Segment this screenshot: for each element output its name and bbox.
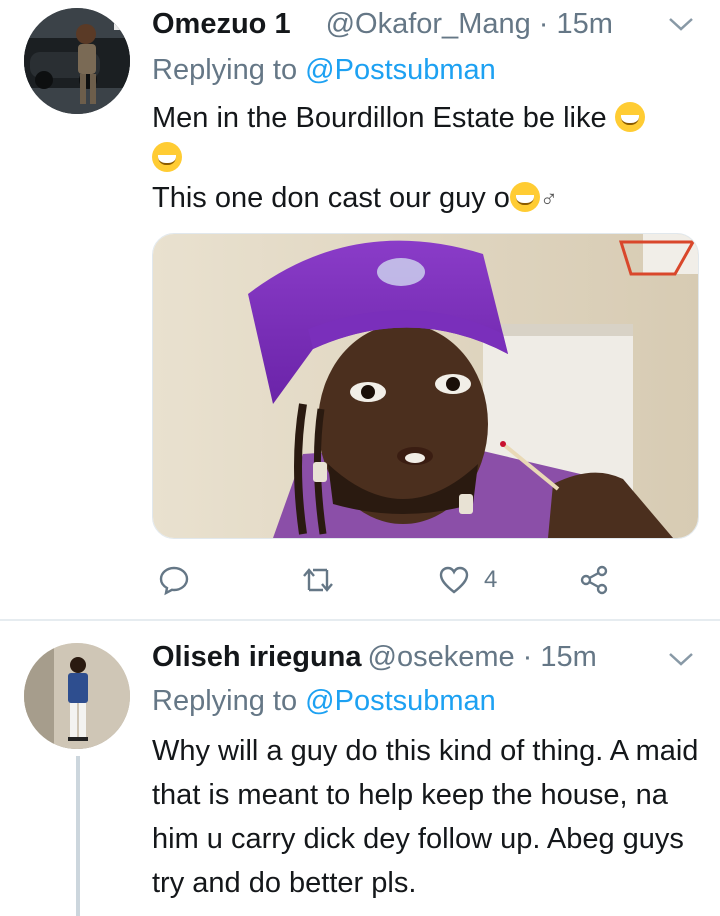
tweet-text-line xyxy=(152,138,182,178)
chevron-down-icon[interactable] xyxy=(668,16,694,32)
tweet-text-line: Men in the Bourdillon Estate be like xyxy=(152,98,645,138)
timestamp[interactable]: · 15m xyxy=(531,8,613,40)
avatar[interactable] xyxy=(24,8,130,114)
share-icon xyxy=(580,565,608,595)
smiling-face-emoji-icon xyxy=(509,182,540,212)
tweet-header: Oliseh irieguna @osekeme · 15m xyxy=(152,637,597,677)
retweet-button[interactable] xyxy=(300,560,336,600)
tweet-1[interactable]: Omezuo 1 @Okafor_Mang · 15m Replying to … xyxy=(0,0,720,620)
retweet-icon xyxy=(303,568,333,592)
user-handle[interactable]: @osekeme xyxy=(368,641,515,673)
tweet-2[interactable]: Oliseh irieguna @osekeme · 15m Replying t… xyxy=(0,621,720,916)
tweet-text: This one don cast our guy o xyxy=(152,182,510,214)
reply-icon xyxy=(159,566,189,596)
replying-to-label: Replying to xyxy=(152,54,306,86)
replying-to: Replying to @Postsubman xyxy=(152,683,496,719)
tweet-text-line: This one don cast our guy o ♂ xyxy=(152,178,558,220)
avatar[interactable] xyxy=(24,643,130,749)
heart-icon xyxy=(439,566,469,594)
like-button[interactable]: 4 xyxy=(438,560,497,600)
tweet-header: Omezuo 1 @Okafor_Mang · 15m xyxy=(152,4,613,44)
chevron-down-icon[interactable] xyxy=(668,651,694,667)
reply-mention-link[interactable]: @Postsubman xyxy=(305,54,496,86)
tweet-actions: 4 xyxy=(0,560,720,600)
laughing-emoji-icon xyxy=(152,142,182,172)
replying-to: Replying to @Postsubman xyxy=(152,52,496,88)
display-name[interactable]: Oliseh irieguna xyxy=(152,641,362,673)
laughing-emoji-icon xyxy=(614,102,645,132)
like-count: 4 xyxy=(484,566,498,593)
display-name[interactable]: Omezuo 1 xyxy=(152,8,320,40)
tweet-text: Men in the Bourdillon Estate be like xyxy=(152,102,615,134)
tweet-text: Why will a guy do this kind of thing. A … xyxy=(152,735,699,899)
share-button[interactable] xyxy=(578,560,610,600)
user-handle[interactable]: @Okafor_Mang xyxy=(326,8,531,40)
timestamp[interactable]: · 15m xyxy=(515,641,597,673)
thread-connector xyxy=(76,756,80,916)
tweet-image[interactable] xyxy=(152,233,699,539)
reply-button[interactable] xyxy=(158,560,190,600)
male-sign-icon: ♂ xyxy=(539,186,558,213)
replying-to-label: Replying to xyxy=(152,685,306,717)
reply-mention-link[interactable]: @Postsubman xyxy=(305,685,496,717)
